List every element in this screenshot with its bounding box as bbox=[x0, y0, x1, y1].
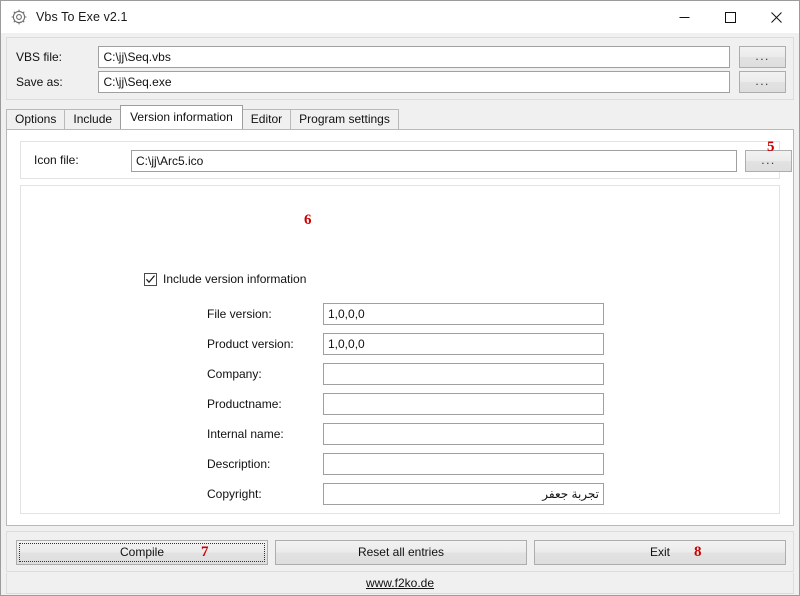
reset-all-entries-button[interactable]: Reset all entries bbox=[275, 540, 527, 565]
version-fields-group: Include version information File version… bbox=[20, 185, 780, 514]
save-as-row: Save as: C:\jj\Seq.exe ... bbox=[16, 71, 786, 93]
icon-file-input[interactable]: C:\jj\Arc5.ico bbox=[131, 150, 737, 172]
product-version-label: Product version: bbox=[207, 337, 294, 351]
product-version-input[interactable]: 1,0,0,0 bbox=[323, 333, 604, 355]
tab-include[interactable]: Include bbox=[64, 109, 122, 129]
include-version-information-label: Include version information bbox=[163, 272, 307, 286]
action-bar: Compile Reset all entries Exit bbox=[6, 531, 794, 572]
save-as-browse-button[interactable]: ... bbox=[739, 71, 786, 93]
description-input[interactable] bbox=[323, 453, 604, 475]
file-paths-panel: VBS file: C:\jj\Seq.vbs ... Save as: C:\… bbox=[6, 37, 794, 100]
title-bar: Vbs To Exe v2.1 bbox=[1, 1, 799, 33]
window-title: Vbs To Exe v2.1 bbox=[36, 10, 128, 24]
company-label: Company: bbox=[207, 367, 262, 381]
tab-version-information[interactable]: Version information bbox=[120, 105, 243, 129]
application-window: Vbs To Exe v2.1 VBS file: C:\jj\Seq.vbs … bbox=[0, 0, 800, 596]
minimize-button[interactable] bbox=[661, 1, 707, 33]
window-controls bbox=[661, 1, 799, 33]
include-version-information-checkbox[interactable]: Include version information bbox=[144, 272, 306, 286]
file-version-input[interactable]: 1,0,0,0 bbox=[323, 303, 604, 325]
icon-file-group: Icon file: C:\jj\Arc5.ico ... bbox=[20, 141, 792, 179]
company-input[interactable] bbox=[323, 363, 604, 385]
annotation-8: 8 bbox=[694, 544, 702, 560]
vbs-file-label: VBS file: bbox=[16, 50, 63, 64]
vbs-file-input[interactable]: C:\jj\Seq.vbs bbox=[98, 46, 731, 68]
maximize-button[interactable] bbox=[707, 1, 753, 33]
description-label: Description: bbox=[207, 457, 271, 471]
version-information-panel: Icon file: C:\jj\Arc5.ico ... Include ve… bbox=[6, 129, 794, 526]
compile-button[interactable]: Compile bbox=[16, 540, 268, 565]
annotation-5: 5 bbox=[767, 139, 775, 155]
file-version-label: File version: bbox=[207, 307, 272, 321]
vbs-file-row: VBS file: C:\jj\Seq.vbs ... bbox=[16, 46, 786, 68]
tab-options[interactable]: Options bbox=[6, 109, 66, 129]
website-link[interactable]: www.f2ko.de bbox=[366, 576, 434, 590]
close-button[interactable] bbox=[753, 1, 799, 33]
internal-name-input[interactable] bbox=[323, 423, 604, 445]
gear-icon bbox=[10, 8, 28, 26]
checkbox-box bbox=[144, 272, 157, 286]
status-bar: www.f2ko.de bbox=[6, 573, 794, 594]
productname-label: Productname: bbox=[207, 397, 282, 411]
annotation-6: 6 bbox=[304, 212, 312, 228]
save-as-label: Save as: bbox=[16, 75, 63, 89]
annotation-7: 7 bbox=[201, 544, 209, 560]
copyright-input[interactable]: تجربة جعفر bbox=[323, 483, 604, 505]
productname-input[interactable] bbox=[323, 393, 604, 415]
vbs-file-browse-button[interactable]: ... bbox=[739, 46, 786, 68]
save-as-input[interactable]: C:\jj\Seq.exe bbox=[98, 71, 731, 93]
exit-button[interactable]: Exit bbox=[534, 540, 786, 565]
tab-strip: Options Include Version information Edit… bbox=[6, 105, 794, 129]
tab-program-settings[interactable]: Program settings bbox=[290, 109, 399, 129]
internal-name-label: Internal name: bbox=[207, 427, 284, 441]
copyright-label: Copyright: bbox=[207, 487, 262, 501]
tab-editor[interactable]: Editor bbox=[241, 109, 292, 129]
icon-file-label: Icon file: bbox=[34, 153, 79, 167]
